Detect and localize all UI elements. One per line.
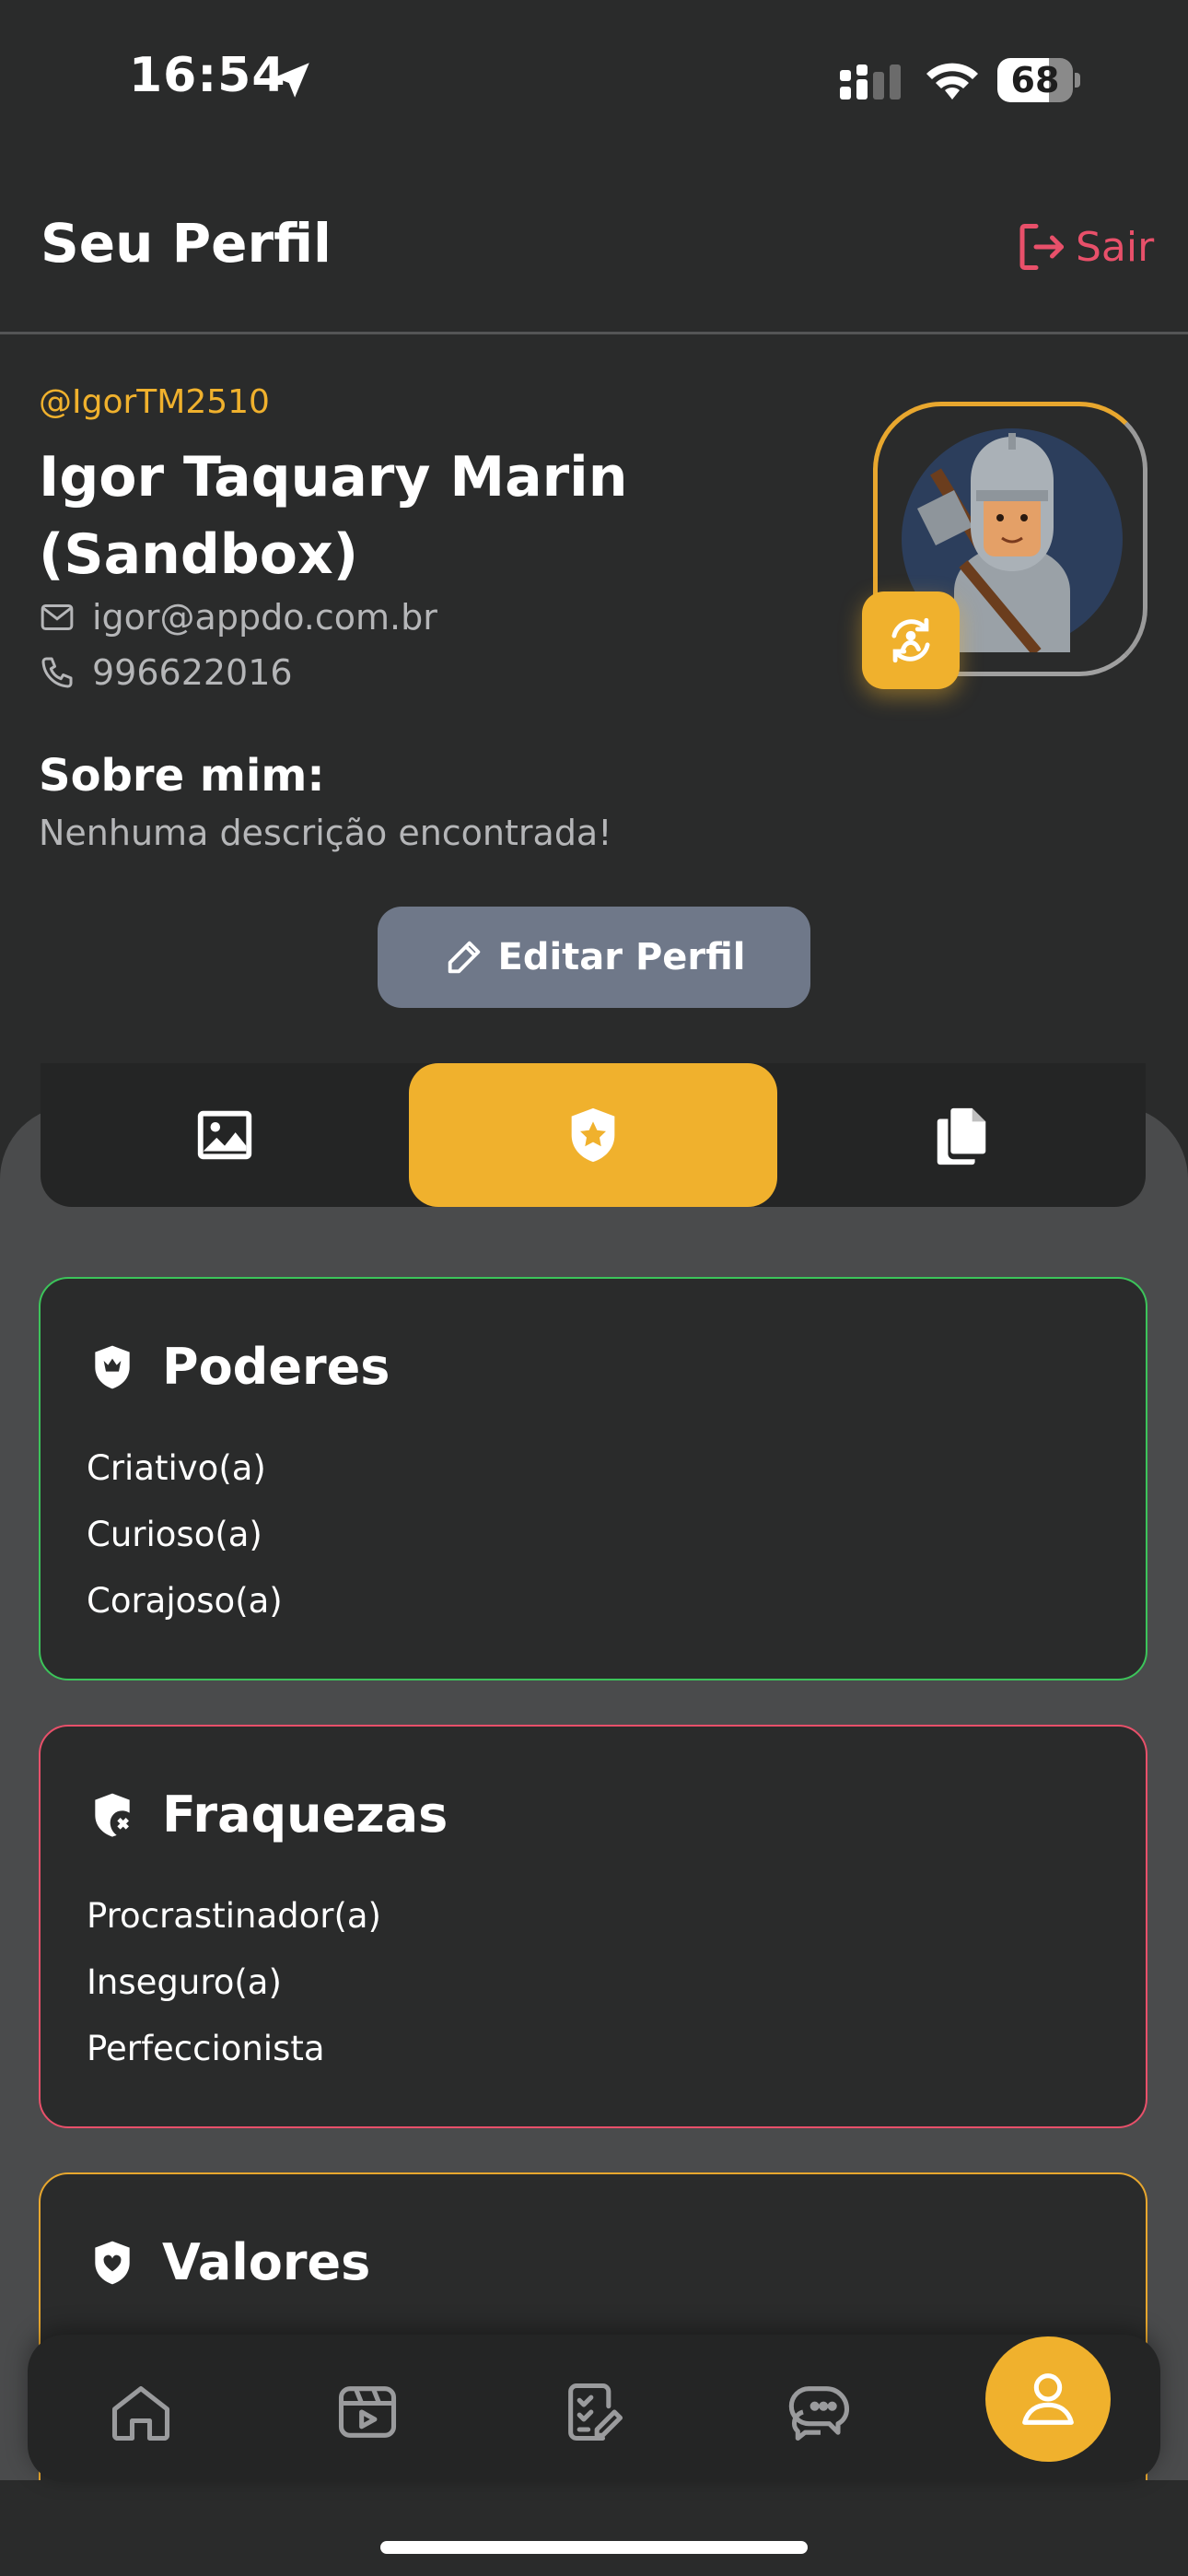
home-indicator [380,2541,808,2554]
list-item: Corajoso(a) [87,1581,283,1621]
location-arrow-icon [274,63,309,98]
image-icon [197,1110,252,1160]
edit-profile-button[interactable]: Editar Perfil [378,907,810,1008]
list-item: Inseguro(a) [87,1962,282,2002]
tab-powers[interactable] [409,1063,777,1207]
change-avatar-button[interactable] [862,591,960,689]
list-item: Procrastinador(a) [87,1896,381,1936]
full-name: Igor Taquary Marin (Sandbox) [39,445,628,587]
video-icon [338,2386,397,2438]
shield-heart-icon [95,2241,130,2284]
bottom-safe-area [0,2480,1188,2576]
chat-icon [788,2386,850,2441]
documents-icon [937,1107,986,1165]
shield-star-icon [571,1107,615,1163]
nav-tasks[interactable] [539,2357,649,2467]
weaknesses-title: Fraquezas [162,1786,448,1844]
nav-chat[interactable] [765,2357,876,2467]
nav-videos[interactable] [312,2357,423,2467]
email: igor@appdo.com.br [92,597,437,638]
list-item: Perfeccionista [87,2029,325,2068]
weaknesses-card: Fraquezas Procrastinador(a) Inseguro(a) … [39,1725,1147,2128]
page-title: Seu Perfil [41,212,332,275]
nav-home[interactable] [86,2357,196,2467]
list-item: Curioso(a) [87,1515,262,1554]
header-divider [0,332,1188,334]
mail-icon [41,604,74,630]
powers-title: Poderes [162,1338,390,1396]
edit-profile-label: Editar Perfil [497,936,746,978]
status-time: 16:54 [129,48,286,103]
about-title: Sobre mim: [39,750,325,802]
values-title: Valores [162,2233,371,2291]
user-swap-icon [891,617,930,663]
email-row: igor@appdo.com.br [39,597,437,638]
home-icon [111,2386,170,2441]
shield-x-icon [95,1793,130,1837]
list-item: Criativo(a) [87,1448,266,1488]
about-text: Nenhuma descrição encontrada! [39,813,612,853]
phone: 996622016 [92,652,293,693]
nav-profile[interactable] [985,2336,1111,2462]
logout-button[interactable]: Sair [1013,217,1154,276]
cellular-signal-icon [840,64,901,100]
battery-indicator: 68 [997,58,1080,102]
pencil-icon [448,941,480,974]
phone-row: 996622016 [39,652,293,693]
tasks-icon [568,2383,623,2441]
logout-label: Sair [1076,223,1155,271]
user-icon [1022,2373,1074,2425]
tab-gallery[interactable] [41,1063,409,1207]
shield-crown-icon [95,1345,130,1388]
powers-card: Poderes Criativo(a) Curioso(a) Corajoso(… [39,1277,1147,1680]
username: @IgorTM2510 [39,383,270,421]
phone-icon [41,657,73,688]
tab-documents[interactable] [777,1063,1146,1207]
wifi-icon [926,63,978,100]
logout-icon [1019,224,1064,270]
